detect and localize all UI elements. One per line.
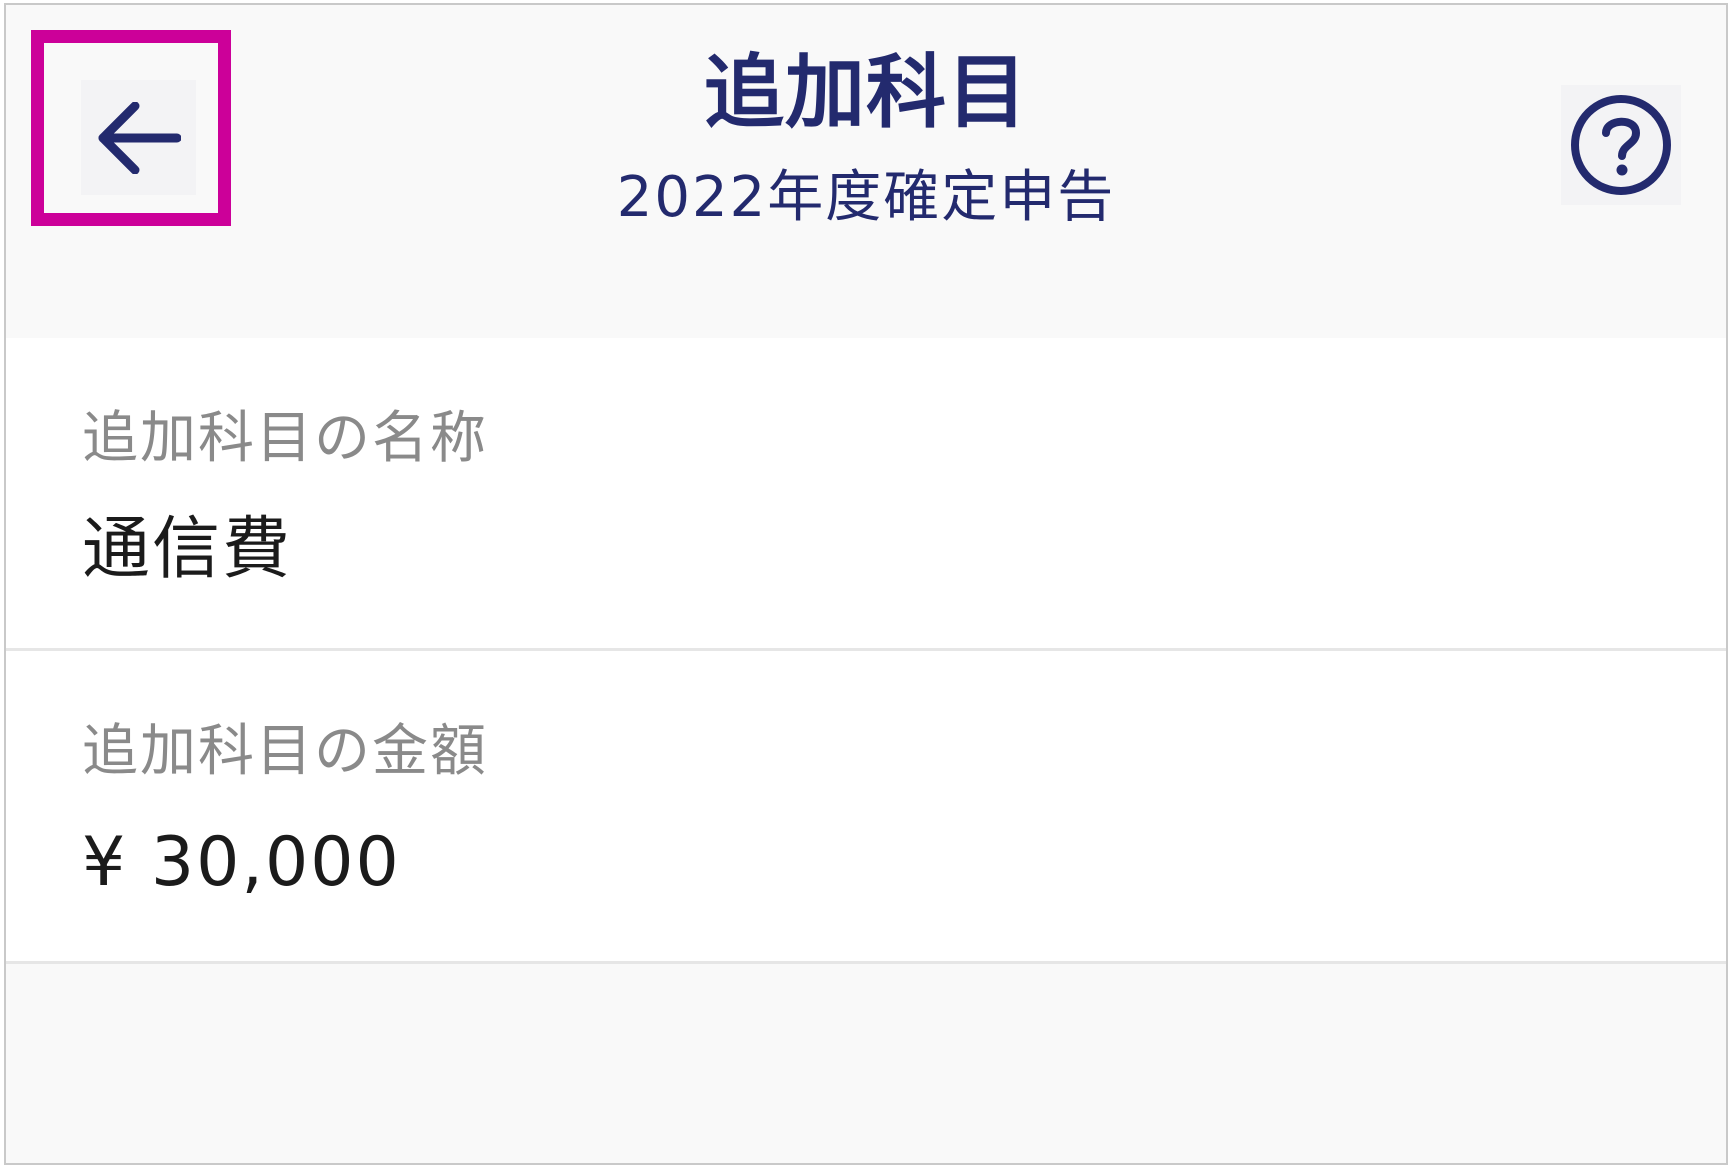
- page-subtitle: 2022年度確定申告: [616, 165, 1116, 230]
- amount-field-row[interactable]: 追加科目の金額 ¥ 30,000: [6, 651, 1726, 964]
- amount-field-label: 追加科目の金額: [82, 719, 488, 784]
- name-field-row[interactable]: 追加科目の名称 通信費: [6, 338, 1726, 651]
- header-bar: 追加科目 2022年度確定申告: [6, 5, 1726, 338]
- app-screen: 追加科目 2022年度確定申告 追加科目の名称 通信費 追加科目の金額 ¥ 30…: [4, 3, 1728, 1165]
- name-field-value: 通信費: [82, 510, 293, 589]
- help-button[interactable]: [1561, 85, 1681, 205]
- detail-list: 追加科目の名称 通信費 追加科目の金額 ¥ 30,000: [6, 338, 1726, 964]
- question-circle-icon: [1571, 95, 1671, 195]
- amount-field-value: ¥ 30,000: [82, 823, 401, 902]
- name-field-label: 追加科目の名称: [82, 406, 488, 471]
- page-title: 追加科目: [704, 46, 1028, 139]
